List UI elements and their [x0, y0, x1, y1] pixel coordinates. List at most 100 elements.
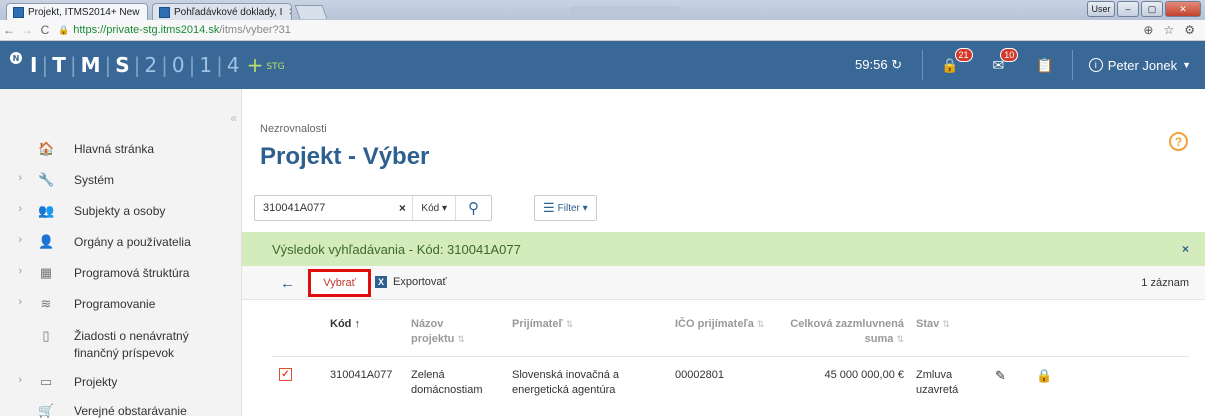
- sidebar-item-procurement[interactable]: 🛒 Verejné obstarávanie: [0, 403, 242, 420]
- browser-tab-label: Projekt, ITMS2014+ New: [28, 6, 140, 18]
- export-label: Exportovať: [393, 276, 447, 288]
- back-arrow-icon[interactable]: ←: [0, 23, 18, 37]
- user-profile-button[interactable]: User: [1087, 1, 1115, 17]
- user-menu[interactable]: i Peter Jonek ▼: [1088, 57, 1191, 73]
- messages-notification[interactable]: ✉ 10: [993, 47, 1019, 74]
- chevron-right-icon: ›: [18, 374, 22, 386]
- browser-tab-label: Pohľadávkové doklady, I: [174, 6, 283, 18]
- extension-icon[interactable]: ⚙: [1184, 23, 1195, 37]
- new-tab-button[interactable]: [294, 5, 328, 19]
- sidebar-item-applications[interactable]: ▯ Žiadosti o nenávratný finančný príspev…: [0, 328, 242, 362]
- clear-search-icon[interactable]: ×: [392, 201, 412, 215]
- table-toolbar: ← Vybrať X Exportovať 1 záznam: [242, 266, 1205, 300]
- edit-pencil-icon[interactable]: ✎: [995, 368, 1006, 384]
- cell-nazov: Zelená domácnostiam: [411, 369, 483, 396]
- itms-favicon-icon: [13, 6, 24, 18]
- chevron-right-icon: ›: [18, 265, 22, 277]
- sidebar-item-system[interactable]: › 🔧 Systém: [0, 172, 242, 189]
- export-button[interactable]: X Exportovať: [375, 276, 447, 288]
- browser-tab-bar: Projekt, ITMS2014+ New ✕ Pohľadávkové do…: [0, 0, 1205, 20]
- home-icon: 🏠: [38, 141, 55, 156]
- column-header-nazov[interactable]: Názov projektu ⇅: [411, 317, 481, 347]
- maximize-button[interactable]: ▢: [1141, 1, 1163, 17]
- search-field-select[interactable]: Kód ▾: [412, 196, 455, 220]
- secure-lock-icon: 🔒: [58, 24, 70, 35]
- column-header-kod[interactable]: Kód ↑: [330, 317, 360, 332]
- minimize-button[interactable]: –: [1117, 1, 1139, 17]
- url-host: https://private-stg.itms2014.sk: [73, 24, 220, 36]
- help-icon[interactable]: ?: [1169, 132, 1188, 151]
- reload-icon[interactable]: C: [36, 23, 54, 37]
- search-bar: 310041A077 × Kód ▾ ⚲: [254, 195, 492, 221]
- close-result-icon[interactable]: ×: [1182, 242, 1189, 256]
- sidebar-item-subjects[interactable]: › 👥 Subjekty a osoby: [0, 203, 242, 220]
- folder-icon: ▭: [39, 374, 53, 389]
- search-icon: ⚲: [468, 200, 479, 217]
- wrench-icon: 🔧: [38, 172, 55, 187]
- structure-icon: ▦: [39, 265, 53, 280]
- breadcrumb[interactable]: Nezrovnalosti: [260, 123, 327, 135]
- session-timer: 59:56 ↻: [855, 57, 903, 72]
- chevron-right-icon: ›: [18, 296, 22, 308]
- cell-ico: 00002801: [675, 369, 724, 381]
- page-title: Projekt - Výber: [260, 143, 430, 170]
- browser-tab-active[interactable]: Projekt, ITMS2014+ New ✕: [6, 3, 148, 20]
- users-icon: 👤: [38, 234, 55, 249]
- zoom-icon[interactable]: ⊕: [1143, 23, 1153, 37]
- cart-icon: 🛒: [38, 403, 55, 418]
- lock-icon[interactable]: 🔒: [1036, 368, 1052, 384]
- column-header-suma[interactable]: Celková zazmluvnená suma ⇅: [772, 317, 904, 347]
- refresh-session-icon[interactable]: ↻: [891, 57, 902, 72]
- environment-label: STG: [266, 62, 285, 72]
- sidebar-item-home[interactable]: 🏠 Hlavná stránka: [0, 141, 242, 158]
- close-tab-icon[interactable]: ✕: [282, 7, 291, 18]
- chevron-down-icon: ▼: [1182, 60, 1191, 70]
- collapse-sidebar-icon[interactable]: «: [230, 111, 237, 125]
- row-checkbox[interactable]: ✓: [279, 368, 292, 381]
- logo-plus: +: [246, 53, 264, 77]
- main-content: Nezrovnalosti Projekt - Výber ? 310041A0…: [242, 89, 1205, 416]
- logo-badge: N: [10, 52, 22, 64]
- locks-notification[interactable]: 🔒 21: [941, 47, 973, 74]
- sidebar-item-program-structure[interactable]: › ▦ Programová štruktúra: [0, 265, 242, 282]
- excel-icon: X: [375, 276, 387, 288]
- search-input[interactable]: 310041A077: [255, 202, 392, 214]
- bookmark-star-icon[interactable]: ☆: [1163, 23, 1174, 37]
- sidebar-item-programming[interactable]: › ≋ Programovanie: [0, 296, 242, 313]
- back-arrow-icon[interactable]: ←: [280, 275, 295, 292]
- itms-logo[interactable]: N I | T | M | S | 2 | 0 | 1 | 4 + STG: [10, 52, 285, 77]
- itms-favicon-icon: [159, 6, 170, 18]
- browser-tab-inactive[interactable]: Pohľadávkové doklady, I ✕: [152, 3, 292, 20]
- tasks-clipboard-icon[interactable]: 📋: [1036, 57, 1053, 74]
- url-field[interactable]: 🔒 https://private-stg.itms2014.sk/itms/v…: [58, 24, 291, 36]
- chevron-right-icon: ›: [18, 203, 22, 215]
- search-result-text: Výsledok vyhľadávania - Kód: 310041A077: [272, 241, 521, 257]
- sidebar-item-projects[interactable]: › ▭ Projekty: [0, 374, 242, 391]
- user-icon: i: [1088, 58, 1103, 72]
- search-result-banner: Výsledok vyhľadávania - Kód: 310041A077 …: [242, 232, 1205, 266]
- user-name: Peter Jonek: [1107, 57, 1178, 73]
- column-header-ico[interactable]: IČO prijímateľa ⇅: [675, 317, 765, 332]
- search-button[interactable]: ⚲: [455, 196, 491, 220]
- logo-letters: I | T | M | S | 2 | 0 | 1 | 4: [30, 53, 241, 77]
- locks-badge: 21: [954, 47, 973, 62]
- filter-button[interactable]: ☰ Filter ▾: [534, 195, 597, 221]
- window-close-button[interactable]: ✕: [1165, 1, 1201, 17]
- column-header-stav[interactable]: Stav ⇅: [916, 317, 950, 332]
- cell-prijimatel: Slovenská inovačná a energetická agentúr…: [512, 369, 620, 396]
- column-header-prijimatel[interactable]: Prijímateľ ⇅: [512, 317, 573, 332]
- app-header: N I | T | M | S | 2 | 0 | 1 | 4 + STG 59:56 ↻ 🔒 21 ✉ 1…: [0, 41, 1205, 89]
- cell-kod: 310041A077: [330, 369, 393, 381]
- close-tab-icon[interactable]: ✕: [139, 7, 147, 18]
- forward-arrow-icon[interactable]: →: [18, 23, 36, 37]
- document-icon: ▯: [42, 328, 50, 343]
- sidebar-item-bodies-users[interactable]: › 👤 Orgány a používatelia: [0, 234, 242, 251]
- filter-icon: ☰: [543, 200, 555, 215]
- address-bar: ← → C 🔒 https://private-stg.itms2014.sk /…: [0, 20, 1205, 41]
- chevron-right-icon: ›: [18, 234, 22, 246]
- url-path: /itms/vyber?31: [219, 24, 291, 36]
- record-count: 1 záznam: [1141, 277, 1189, 289]
- blurred-window-title: [570, 6, 680, 14]
- messages-badge: 10: [1000, 47, 1019, 62]
- select-button[interactable]: Vybrať: [308, 269, 371, 297]
